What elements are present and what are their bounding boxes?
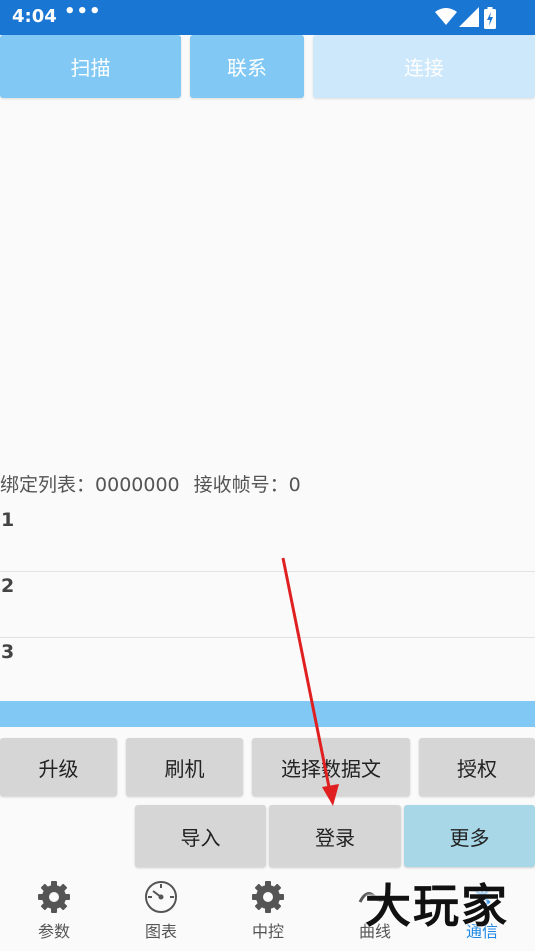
list-item-number: 1 — [1, 509, 15, 531]
import-button[interactable]: 导入 — [135, 805, 266, 867]
gear-icon — [252, 881, 284, 913]
nav-item-center-control[interactable]: 中控 — [218, 870, 318, 951]
battery-charging-icon — [484, 7, 496, 29]
status-bar: 4:04 ••• — [0, 0, 535, 35]
bind-list-value: 0000000 — [95, 474, 180, 496]
watermark-logo: 大玩家 — [365, 879, 509, 933]
flash-button[interactable]: 刷机 — [126, 738, 243, 796]
connect-button[interactable]: 连接 — [313, 35, 535, 98]
list-item[interactable]: 3 — [0, 637, 535, 703]
scan-button[interactable]: 扫描 — [0, 35, 181, 98]
wifi-icon — [435, 8, 457, 25]
select-data-file-button[interactable]: 选择数据文 — [252, 738, 410, 796]
login-button[interactable]: 登录 — [269, 805, 401, 867]
status-icons — [435, 7, 496, 29]
nav-item-params[interactable]: 参数 — [4, 870, 104, 951]
authorize-button[interactable]: 授权 — [419, 738, 535, 796]
nav-item-chart[interactable]: 图表 — [111, 870, 211, 951]
nav-label: 中控 — [251, 922, 284, 941]
list-item[interactable]: 1 — [0, 505, 535, 572]
progress-bar — [0, 701, 535, 727]
frame-number-value: 0 — [288, 474, 301, 496]
frame-number-label: 接收帧号： — [193, 474, 289, 496]
bind-list-label: 绑定列表： — [0, 474, 96, 496]
bind-info: 绑定列表：0000000 接收帧号：0 — [0, 470, 305, 497]
upgrade-button[interactable]: 升级 — [0, 738, 117, 796]
list-item-number: 2 — [1, 575, 15, 597]
more-button[interactable]: 更多 — [404, 805, 535, 867]
contact-button[interactable]: 联系 — [190, 35, 304, 98]
list-item-number: 3 — [1, 641, 15, 663]
status-time: 4:04 — [12, 6, 57, 27]
list-item[interactable]: 2 — [0, 571, 535, 638]
gauge-icon — [145, 881, 177, 913]
more-notifications-icon: ••• — [64, 1, 102, 22]
cell-signal-icon — [459, 7, 479, 27]
gear-icon — [38, 881, 70, 913]
nav-label: 图表 — [144, 922, 177, 941]
nav-label: 参数 — [37, 922, 70, 941]
